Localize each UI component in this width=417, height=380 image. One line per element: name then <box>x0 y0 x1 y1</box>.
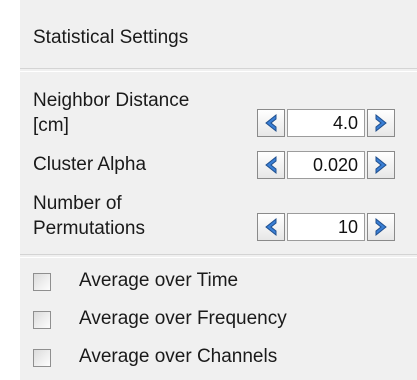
permutations-label-line2: Permutations <box>33 218 145 239</box>
chevron-right-icon <box>375 217 387 237</box>
chevron-left-icon <box>265 155 277 175</box>
neighbor-distance-label-line1: Neighbor Distance <box>33 90 190 111</box>
average-over-frequency-label: Average over Frequency <box>79 308 287 329</box>
cluster-alpha-increment-button[interactable] <box>367 151 395 179</box>
cluster-alpha-field[interactable] <box>287 151 365 179</box>
permutations-label-line1: Number of <box>33 193 122 214</box>
neighbor-distance-decrement-button[interactable] <box>257 109 285 137</box>
panel-title: Statistical Settings <box>33 27 189 48</box>
average-over-time-label: Average over Time <box>79 270 239 291</box>
average-over-channels-label: Average over Channels <box>79 346 278 367</box>
options-separator <box>20 254 417 258</box>
permutations-increment-button[interactable] <box>367 213 395 241</box>
neighbor-distance-field[interactable] <box>287 109 365 137</box>
permutations-field[interactable] <box>287 213 365 241</box>
chevron-left-icon <box>265 217 277 237</box>
average-over-frequency-checkbox[interactable] <box>33 311 51 329</box>
permutations-decrement-button[interactable] <box>257 213 285 241</box>
statistical-settings-panel: Statistical Settings Neighbor Distance [… <box>20 0 417 380</box>
cluster-alpha-decrement-button[interactable] <box>257 151 285 179</box>
average-over-time-checkbox[interactable] <box>33 273 51 291</box>
chevron-left-icon <box>265 113 277 133</box>
cluster-alpha-label: Cluster Alpha <box>33 154 147 175</box>
title-separator <box>20 68 417 72</box>
neighbor-distance-increment-button[interactable] <box>367 109 395 137</box>
average-over-channels-checkbox[interactable] <box>33 349 51 367</box>
chevron-right-icon <box>375 113 387 133</box>
chevron-right-icon <box>375 155 387 175</box>
neighbor-distance-label-line2: [cm] <box>33 115 69 136</box>
